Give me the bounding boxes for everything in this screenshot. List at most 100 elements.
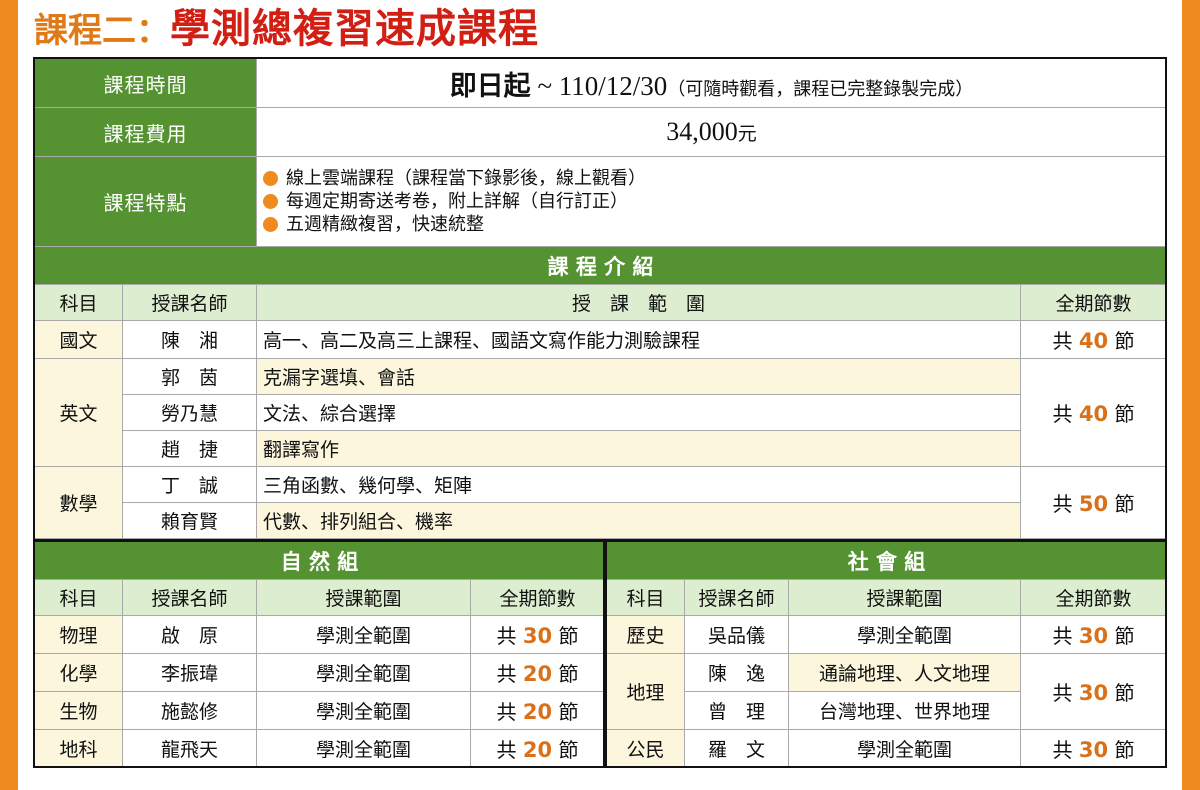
fee-row: 課程費用 34,000元 (34, 107, 1167, 157)
table-row: 勞乃慧 文法、綜合選擇 (35, 394, 1167, 431)
range-cell: 學測全範圍 (788, 615, 1021, 654)
subject-cell: 地理 (606, 653, 685, 730)
col-count: 全期節數 (1020, 579, 1167, 616)
subject-cell: 生物 (34, 691, 123, 730)
fee-unit: 元 (737, 123, 757, 145)
range-cell: 文法、綜合選擇 (256, 394, 1021, 431)
fee-value: 34,000元 (256, 107, 1167, 157)
orange-bullet-icon (263, 194, 278, 209)
course-info-table: 課程時間 即日起 ~ 110/12/30（可隨時觀看，課程已完整錄製完成） 課程… (34, 58, 1167, 539)
table-row: 數學 丁 誠 三角函數、幾何學、矩陣 共 50 節 (34, 466, 1167, 539)
teacher-cell: 曾 理 (684, 691, 789, 730)
col-range: 授課範圍 (788, 579, 1021, 616)
col-teacher: 授課名師 (122, 579, 257, 616)
subject-cell: 物理 (34, 615, 123, 654)
range-cell: 學測全範圍 (256, 729, 471, 768)
table-row: 地理 陳 逸 通論地理、人文地理 共 30 節 (606, 653, 1167, 730)
teacher-cell: 郭 茵 (122, 358, 257, 395)
col-subject: 科目 (34, 579, 123, 616)
table-row: 物理 啟 原 學測全範圍 共 30 節 (34, 615, 605, 654)
subject-cell: 歷史 (606, 615, 685, 654)
subject-cell: 化學 (34, 653, 123, 692)
page-title: 課程二：學測總複習速成課程 (34, 4, 539, 54)
orange-bullet-icon (263, 171, 278, 186)
range-cell: 學測全範圍 (788, 729, 1021, 768)
range-cell: 台灣地理、世界地理 (788, 691, 1021, 730)
table-row: 英文 郭 茵 克漏字選填、會話 共 40 節 (34, 358, 1167, 467)
subject-cell: 國文 (34, 320, 123, 359)
subject-cell: 公民 (606, 729, 685, 768)
subject-cell: 英文 (34, 358, 123, 467)
range-cell: 高一、高二及高三上課程、國語文寫作能力測驗課程 (256, 320, 1021, 359)
left-orange-border (0, 0, 18, 790)
col-subject: 科目 (606, 579, 685, 616)
table-row: 公民 羅 文 學測全範圍 共 30 節 (606, 729, 1167, 768)
subject-cell: 地科 (34, 729, 123, 768)
count-cell: 共 40 節 (1020, 320, 1167, 359)
table-row: 生物 施懿修 學測全範圍 共 20 節 (34, 691, 605, 730)
subject-cell: 數學 (34, 466, 123, 539)
feature-item: 每週定期寄送考卷，附上詳解（自行訂正） (263, 190, 1166, 213)
social-heading: 社 會 組 (606, 541, 1167, 580)
orange-bullet-icon (263, 217, 278, 232)
teacher-cell: 勞乃慧 (122, 394, 257, 431)
count-cell: 共 30 節 (1020, 653, 1167, 730)
teacher-cell: 吳品儀 (684, 615, 789, 654)
range-cell: 三角函數、幾何學、矩陣 (256, 466, 1021, 503)
range-cell: 翻譯寫作 (256, 430, 1021, 467)
table-row: 地科 龍飛天 學測全範圍 共 20 節 (34, 729, 605, 768)
col-range: 授課範圍 (256, 579, 471, 616)
col-count: 全期節數 (1020, 284, 1167, 321)
range-cell: 學測全範圍 (256, 653, 471, 692)
features-row: 課程特點 線上雲端課程（課程當下錄影後，線上觀看） 每週定期寄送考卷，附上詳解（… (34, 156, 1167, 247)
teacher-cell: 陳 湘 (122, 320, 257, 359)
range-cell: 學測全範圍 (256, 691, 471, 730)
col-count: 全期節數 (470, 579, 605, 616)
table-row: 歷史 吳品儀 學測全範圍 共 30 節 (606, 615, 1167, 654)
range-cell: 代數、排列組合、機率 (256, 502, 1021, 539)
time-end: 110/12/30 (558, 70, 668, 101)
teacher-cell: 李振瑋 (122, 653, 257, 692)
time-start: 即日起 (449, 70, 531, 102)
col-subject: 科目 (34, 284, 123, 321)
table-row: 賴育賢 代數、排列組合、機率 (35, 502, 1167, 539)
social-table: 社 會 組 科目 授課名師 授課範圍 全期節數 歷史 吳品儀 學測全範圍 共 3… (606, 541, 1167, 768)
title-prefix: 課程二： (34, 11, 170, 51)
science-header-row: 科目 授課名師 授課範圍 全期節數 (34, 579, 605, 616)
teacher-cell: 陳 逸 (684, 653, 789, 692)
features-label: 課程特點 (34, 156, 257, 247)
count-cell: 共 20 節 (470, 729, 605, 768)
table-row: 國文 陳 湘 高一、高二及高三上課程、國語文寫作能力測驗課程 共 40 節 (34, 320, 1167, 359)
science-heading: 自 然 組 (34, 541, 605, 580)
feature-item: 線上雲端課程（課程當下錄影後，線上觀看） (263, 167, 1166, 190)
col-teacher: 授課名師 (122, 284, 257, 321)
col-teacher: 授課名師 (684, 579, 789, 616)
title-main: 學測總複習速成課程 (170, 6, 539, 52)
time-label: 課程時間 (34, 58, 257, 108)
social-header-row: 科目 授課名師 授課範圍 全期節數 (606, 579, 1167, 616)
range-cell: 學測全範圍 (256, 615, 471, 654)
science-table: 自 然 組 科目 授課名師 授課範圍 全期節數 物理 啟 原 學測全範圍 共 3… (34, 541, 605, 768)
teacher-cell: 龍飛天 (122, 729, 257, 768)
count-cell: 共 30 節 (470, 615, 605, 654)
time-note: （可隨時觀看，課程已完整錄製完成） (667, 78, 974, 100)
count-cell: 共 30 節 (1020, 729, 1167, 768)
fee-amount: 34,000 (666, 117, 738, 146)
count-cell: 共 20 節 (470, 691, 605, 730)
teacher-cell: 羅 文 (684, 729, 789, 768)
count-cell: 共 50 節 (1020, 466, 1167, 539)
table-row: 趙 捷 翻譯寫作 (35, 430, 1167, 467)
teacher-cell: 賴育賢 (122, 502, 257, 539)
teacher-cell: 施懿修 (122, 691, 257, 730)
time-value: 即日起 ~ 110/12/30（可隨時觀看，課程已完整錄製完成） (256, 58, 1167, 108)
col-range: 授 課 範 圍 (256, 284, 1021, 321)
fee-label: 課程費用 (34, 107, 257, 157)
table-row: 化學 李振瑋 學測全範圍 共 20 節 (34, 653, 605, 692)
right-orange-border (1182, 0, 1200, 790)
range-cell: 通論地理、人文地理 (788, 653, 1021, 692)
range-cell: 克漏字選填、會話 (256, 358, 1021, 395)
count-cell: 共 30 節 (1020, 615, 1167, 654)
time-row: 課程時間 即日起 ~ 110/12/30（可隨時觀看，課程已完整錄製完成） (34, 58, 1167, 108)
intro-header-row: 科目 授課名師 授 課 範 圍 全期節數 (34, 284, 1167, 321)
teacher-cell: 丁 誠 (122, 466, 257, 503)
